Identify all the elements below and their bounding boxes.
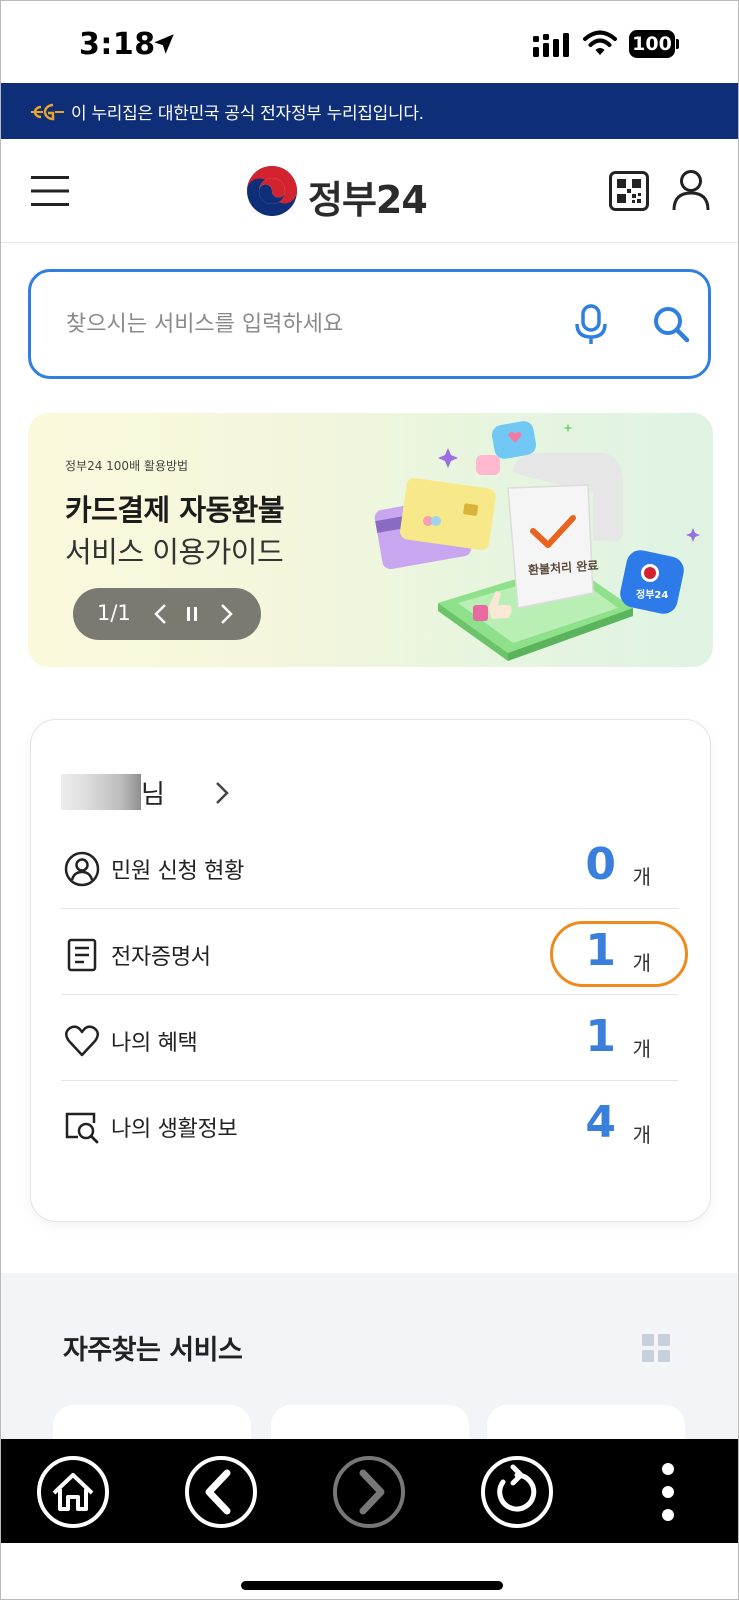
status-time: 3:18 [79, 27, 156, 62]
more-options-icon[interactable] [631, 1455, 705, 1529]
battery-indicator: 100 [629, 30, 679, 58]
site-header: 정부24 [1, 139, 738, 243]
user-circle-icon [64, 851, 100, 887]
home-icon[interactable] [36, 1455, 110, 1529]
promo-title: 카드결제 자동환불 [65, 493, 285, 527]
egov-emblem-icon [31, 103, 64, 121]
banner-controls: 1/1 [73, 588, 261, 640]
gov-banner-text: 이 누리집은 대한민국 공식 전자정부 누리집입니다. [71, 104, 424, 124]
promo-subtitle: 정부24 100배 활용방법 [65, 459, 189, 473]
search-box [28, 269, 711, 379]
stat-value: 0 [585, 839, 616, 890]
blurred-user-name [61, 774, 141, 810]
chevron-right-icon[interactable] [216, 602, 236, 626]
hamburger-menu-icon[interactable] [31, 174, 69, 208]
search-input[interactable] [66, 302, 536, 346]
stat-value: 4 [585, 1097, 616, 1148]
cellular-signal-icon [533, 33, 569, 57]
stat-row-benefits[interactable]: 나의 혜택 1 개 [61, 995, 678, 1081]
promo-banner[interactable]: 정부24 100배 활용방법 카드결제 자동환불 서비스 이용가이드 1/1 환… [28, 413, 713, 667]
user-profile-icon[interactable] [671, 169, 711, 211]
stat-unit: 개 [632, 1037, 651, 1061]
chevron-left-icon[interactable] [151, 602, 171, 626]
grid-view-icon[interactable] [641, 1333, 671, 1363]
microphone-icon[interactable] [571, 304, 611, 346]
back-icon[interactable] [184, 1455, 258, 1529]
battery-level: 100 [629, 30, 675, 58]
gov-official-banner[interactable]: 이 누리집은 대한민국 공식 전자정부 누리집입니다. [1, 83, 738, 139]
status-bar: 3:18 100 [1, 1, 738, 83]
name-suffix: 님 [141, 780, 165, 810]
stat-row-applications[interactable]: 민원 신청 현황 0 개 [61, 823, 678, 909]
stat-label: 나의 혜택 [111, 1031, 198, 1056]
banner-counter: 1/1 [97, 601, 131, 625]
qr-code-icon[interactable] [609, 171, 649, 211]
pause-icon[interactable] [183, 604, 201, 624]
heart-icon [65, 1025, 99, 1057]
stat-unit: 개 [632, 1123, 651, 1147]
refresh-icon[interactable] [480, 1455, 554, 1529]
search-info-icon [65, 1112, 99, 1144]
highlight-circle [550, 921, 688, 987]
battery-cap [676, 39, 679, 49]
browser-toolbar [1, 1439, 738, 1543]
stat-label: 민원 신청 현황 [111, 859, 245, 884]
home-indicator-area [1, 1543, 738, 1599]
my-summary-card: 님 민원 신청 현황 0 개 전자증명서 1 개 나의 혜택 1 개 나의 생활… [30, 719, 711, 1222]
search-icon[interactable] [651, 304, 691, 344]
chevron-right-icon [216, 782, 229, 804]
home-indicator[interactable] [241, 1581, 503, 1590]
app-screen: 3:18 100 이 누리집은 대한민국 공식 전자정부 누리집입니다. 정부2… [0, 0, 739, 1600]
stat-row-certificates[interactable]: 전자증명서 1 개 [61, 909, 688, 995]
logo-text: 정부24 [308, 178, 428, 222]
forward-icon[interactable] [332, 1455, 406, 1529]
stat-value: 1 [585, 1011, 616, 1062]
refund-illustration: 환불처리 완료 정부24 [374, 421, 700, 661]
location-arrow-icon [154, 34, 174, 54]
stat-row-life-info[interactable]: 나의 생활정보 4 개 [61, 1081, 678, 1167]
wifi-icon [583, 30, 617, 55]
stat-label: 나의 생활정보 [111, 1117, 238, 1142]
document-icon [67, 938, 97, 972]
stat-label: 전자증명서 [111, 945, 211, 970]
taegeuk-logo-icon [247, 166, 297, 216]
section-title: 자주찾는 서비스 [63, 1335, 243, 1366]
app-icon-label: 정부24 [636, 588, 668, 601]
stat-unit: 개 [632, 865, 651, 889]
promo-title-secondary: 서비스 이용가이드 [65, 535, 284, 569]
